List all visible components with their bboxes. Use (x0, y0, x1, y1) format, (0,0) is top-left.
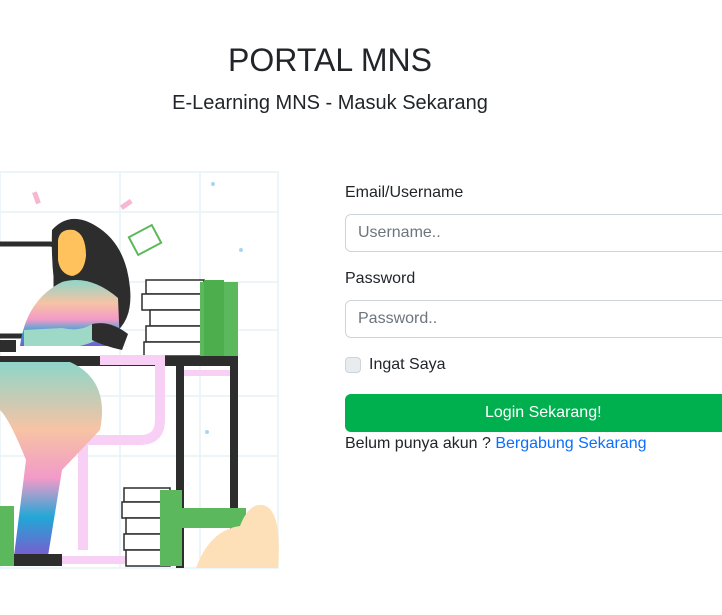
page-subtitle: E-Learning MNS - Masuk Sekarang (172, 92, 488, 114)
register-prefix-text: Belum punya akun ? (345, 435, 491, 452)
remember-me-checkbox[interactable] (345, 357, 361, 373)
person-working-at-desk-illustration (0, 171, 279, 569)
register-link[interactable]: Bergabung Sekarang (495, 435, 646, 452)
email-label: Email/Username (345, 184, 464, 201)
page-title: PORTAL MNS (228, 42, 432, 78)
login-page: PORTAL MNS E-Learning MNS - Masuk Sekara… (0, 0, 722, 615)
password-group: Password (345, 270, 722, 338)
email-group: Email/Username (345, 184, 722, 252)
password-label: Password (345, 270, 416, 287)
login-button[interactable]: Login Sekarang! (345, 394, 722, 432)
remember-me-label[interactable]: Ingat Saya (369, 356, 446, 374)
password-input[interactable] (345, 300, 722, 338)
register-prompt: Belum punya akun ? Bergabung Sekarang (345, 435, 647, 453)
email-input[interactable] (345, 214, 722, 252)
remember-me-row: Ingat Saya (345, 356, 446, 374)
